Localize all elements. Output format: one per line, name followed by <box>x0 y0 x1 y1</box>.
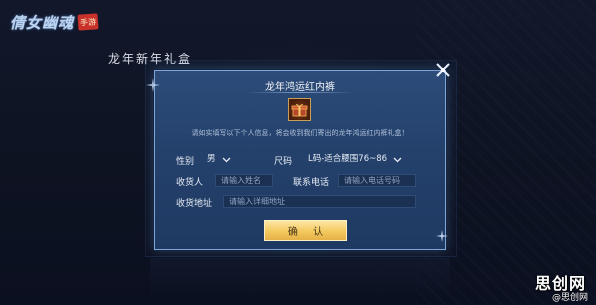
game-logo-seal: 手游 <box>77 13 99 31</box>
phone-label: 联系电话 <box>293 178 330 188</box>
close-icon <box>436 63 450 77</box>
game-screen: { "app": { "logo_text": "倩女幽魂", "logo_se… <box>0 0 596 305</box>
close-button[interactable] <box>433 60 453 80</box>
dialog-notice: 请如实填写以下个人信息，将会收到我们寄出的龙年鸿运红内裤礼盒！ <box>191 129 409 137</box>
dialog-title: 龙年鸿运红内裤 <box>265 82 335 93</box>
background-strip <box>150 258 450 298</box>
recipient-label: 收货人 <box>176 178 204 188</box>
gender-select[interactable]: 男 <box>207 153 231 166</box>
size-select[interactable]: L码-适合腰围76~86 <box>308 153 402 166</box>
sparkle-icon <box>146 78 160 92</box>
watermark-sub: @思创网 <box>551 293 588 303</box>
gender-value: 男 <box>207 154 216 164</box>
recipient-input[interactable]: 请输入姓名 <box>215 174 273 187</box>
chevron-down-icon <box>393 157 402 162</box>
gender-label: 性别 <box>176 157 195 167</box>
gift-box-title: 龙年新年礼盒 <box>108 52 193 66</box>
size-label: 尺码 <box>274 157 293 167</box>
gift-box-icon <box>288 98 311 121</box>
phone-input[interactable]: 请输入电话号码 <box>338 174 416 187</box>
size-value: L码-适合腰围76~86 <box>308 154 388 164</box>
title-divider <box>245 92 355 93</box>
confirm-button[interactable]: 确 认 <box>264 220 347 241</box>
address-label: 收货地址 <box>176 199 213 209</box>
address-input[interactable]: 请输入详细地址 <box>223 195 416 208</box>
chevron-down-icon <box>222 157 230 162</box>
watermark: 思创网 @思创网 <box>530 270 590 303</box>
game-logo: 倩女幽魂 手游 <box>10 8 110 36</box>
game-logo-text: 倩女幽魂 <box>10 13 75 32</box>
gift-claim-dialog: 龙年鸿运红内裤 请如实填写以下个人信息，将会收到我们寄出的龙年鸿运红内裤礼盒！ … <box>154 70 446 250</box>
sparkle-icon <box>436 230 448 242</box>
